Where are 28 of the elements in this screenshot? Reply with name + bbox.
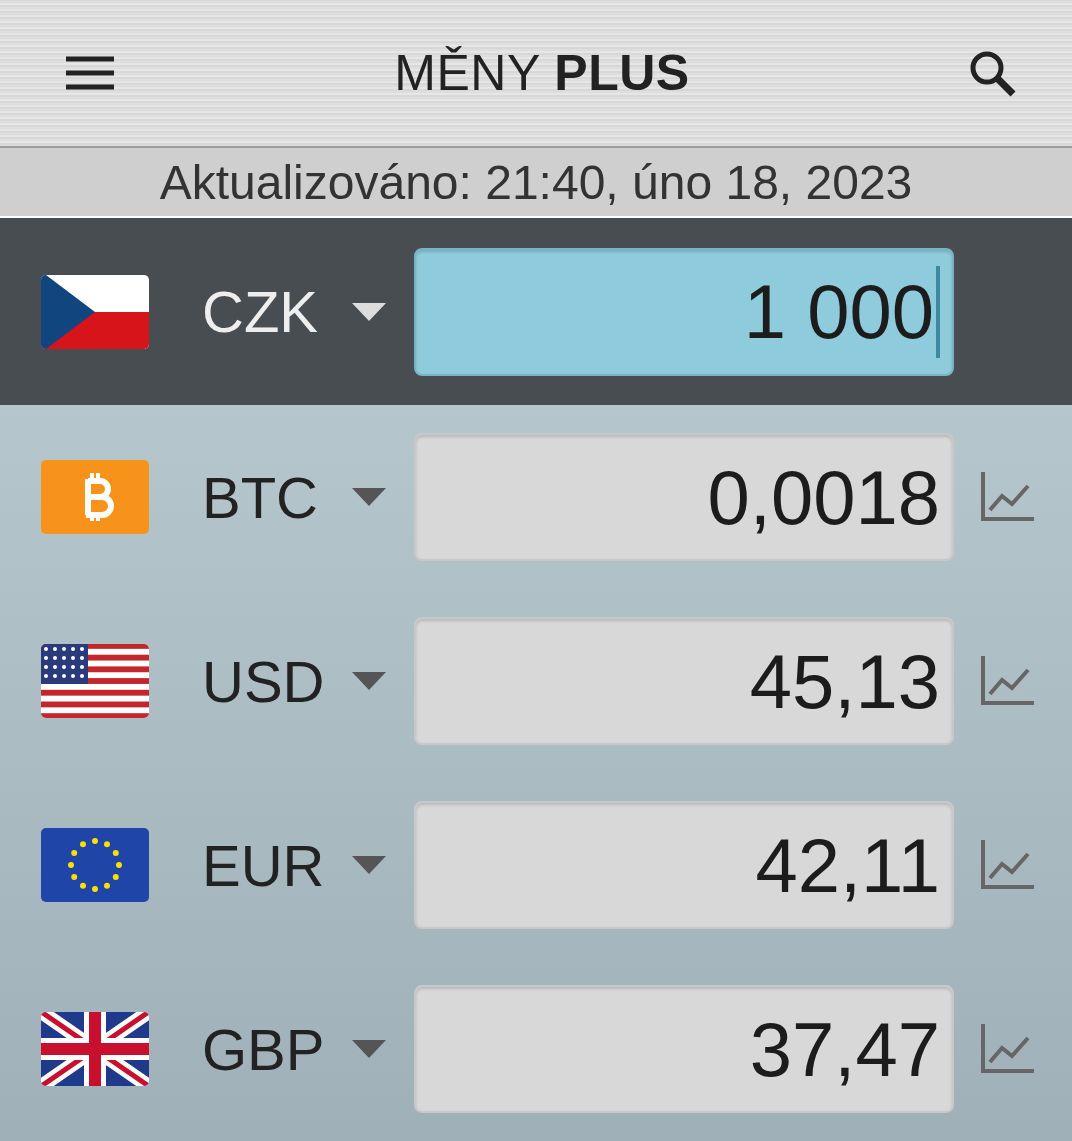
update-time: Aktualizováno: 21:40, úno 18, 2023 <box>0 148 1072 218</box>
chart-icon[interactable] <box>980 840 1034 890</box>
amount-field[interactable]: 42,11 <box>414 801 954 929</box>
menu-icon[interactable] <box>64 55 116 91</box>
flag-icon <box>40 459 150 535</box>
amount-field[interactable]: 45,13 <box>414 617 954 745</box>
flag-icon <box>40 1011 150 1087</box>
dropdown-caret-icon[interactable] <box>352 672 386 690</box>
currency-code[interactable]: USD <box>202 647 352 715</box>
flag-icon <box>40 273 150 350</box>
dropdown-caret-icon[interactable] <box>352 488 386 506</box>
flag-icon <box>40 827 150 903</box>
dropdown-caret-icon[interactable] <box>352 856 386 874</box>
currency-code[interactable]: CZK <box>202 278 352 345</box>
chart-icon[interactable] <box>980 656 1034 706</box>
dropdown-caret-icon[interactable] <box>352 1040 386 1058</box>
chart-icon[interactable] <box>980 472 1034 522</box>
amount-field[interactable]: 37,47 <box>414 985 954 1113</box>
dropdown-caret-icon[interactable] <box>352 302 386 321</box>
chart-icon[interactable] <box>980 1024 1034 1074</box>
currency-code[interactable]: BTC <box>202 463 352 531</box>
app-title: MĚNY PLUS <box>394 44 690 102</box>
flag-icon <box>40 643 150 719</box>
currency-code[interactable]: GBP <box>202 1015 352 1083</box>
currency-code[interactable]: EUR <box>202 831 352 899</box>
search-icon[interactable] <box>968 49 1016 97</box>
amount-field[interactable]: 1 000 <box>414 247 954 376</box>
amount-field[interactable]: 0,0018 <box>414 433 954 561</box>
